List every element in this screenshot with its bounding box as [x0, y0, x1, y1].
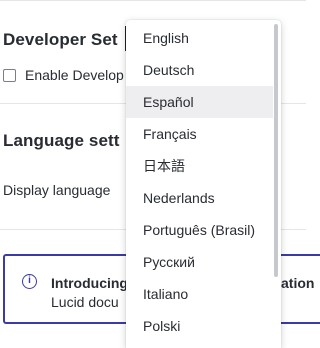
display-language-label: Display language	[3, 182, 111, 198]
developer-settings-heading: Developer Set	[3, 30, 118, 49]
dropdown-scrollbar[interactable]	[274, 24, 278, 277]
language-option-espanol[interactable]: Español	[126, 86, 273, 118]
language-option-nederlands[interactable]: Nederlands	[126, 182, 273, 214]
language-option-japanese[interactable]: 日本語	[126, 150, 273, 182]
language-dropdown[interactable]: English Deutsch Español Français 日本語 Ned…	[126, 20, 281, 348]
language-option-portugues[interactable]: Português (Brasil)	[126, 214, 273, 246]
info-icon: i	[22, 274, 37, 289]
language-option-francais[interactable]: Français	[126, 118, 273, 150]
language-option-italiano[interactable]: Italiano	[126, 278, 273, 310]
language-option-english[interactable]: English	[126, 22, 273, 54]
enable-developer-option[interactable]: Enable Develop	[3, 67, 124, 83]
language-option-polski[interactable]: Polski	[126, 310, 273, 342]
info-banner-body: Lucid docu	[51, 294, 119, 310]
language-options-list: English Deutsch Español Français 日本語 Ned…	[126, 22, 273, 342]
language-settings-heading: Language sett	[3, 131, 120, 150]
enable-developer-checkbox[interactable]	[3, 68, 16, 82]
language-option-deutsch[interactable]: Deutsch	[126, 54, 273, 86]
enable-developer-label: Enable Develop	[25, 67, 124, 83]
language-option-russian[interactable]: Русский	[126, 246, 273, 278]
top-divider	[0, 0, 306, 1]
